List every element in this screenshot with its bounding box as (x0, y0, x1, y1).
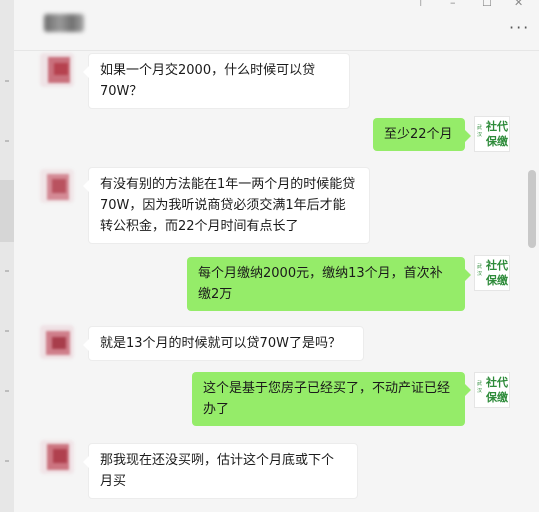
logo-small-text: 武汉 (477, 125, 483, 138)
logo-small-text: 武汉 (477, 381, 483, 394)
message-bubble[interactable]: 至少22个月 (373, 118, 471, 151)
self-avatar-logo[interactable]: 武汉 社代 保缴 (474, 116, 510, 152)
left-panel-selected-segment (0, 180, 14, 242)
message-bubble[interactable]: 每个月缴纳2000元，缴纳13个月，首次补缴2万 (187, 257, 471, 311)
contact-avatar[interactable] (40, 169, 74, 203)
logo-text: 社代 保缴 (486, 259, 508, 287)
message-bubble[interactable]: 有没有别的方法能在1年一两个月的时候能贷70W，因为我听说商贷必须交满1年后才能… (83, 167, 370, 244)
more-options-button[interactable]: ··· (509, 18, 530, 37)
left-panel-marker (5, 140, 9, 142)
left-panel-marker (5, 330, 9, 332)
chat-header: ⊤ – ☐ ✕ ··· (14, 0, 539, 51)
logo-text: 社代 保缴 (486, 376, 508, 404)
close-button[interactable]: ✕ (514, 0, 523, 9)
pin-window-button[interactable]: ⊤ (416, 0, 426, 9)
left-panel-edge (0, 0, 14, 512)
minimize-button[interactable]: – (450, 0, 456, 9)
contact-avatar[interactable] (40, 53, 74, 87)
message-bubble[interactable]: 那我现在还没买咧，估计这个月底或下个月买 (83, 443, 358, 499)
contact-name-blurred (44, 14, 84, 32)
message-bubble[interactable]: 如果一个月交2000，什么时候可以贷70W？ (83, 53, 350, 109)
left-panel-marker (5, 390, 9, 392)
scrollbar-thumb[interactable] (528, 170, 536, 248)
logo-text: 社代 保缴 (486, 120, 508, 148)
left-panel-marker (5, 460, 9, 462)
contact-avatar[interactable] (40, 440, 74, 474)
self-avatar-logo[interactable]: 武汉 社代 保缴 (474, 372, 510, 408)
logo-small-text: 武汉 (477, 264, 483, 277)
message-bubble[interactable]: 这个是基于您房子已经买了，不动产证已经办了 (192, 372, 471, 426)
contact-avatar[interactable] (40, 325, 74, 359)
message-bubble[interactable]: 就是13个月的时候就可以贷70W了是吗？ (83, 326, 364, 361)
message-list[interactable]: 如果一个月交2000，什么时候可以贷70W？ 至少22个月 武汉 社代 保缴 有没… (14, 51, 525, 512)
maximize-button[interactable]: ☐ (482, 0, 492, 9)
left-panel-marker (5, 80, 9, 82)
left-panel-marker (5, 270, 9, 272)
self-avatar-logo[interactable]: 武汉 社代 保缴 (474, 255, 510, 291)
